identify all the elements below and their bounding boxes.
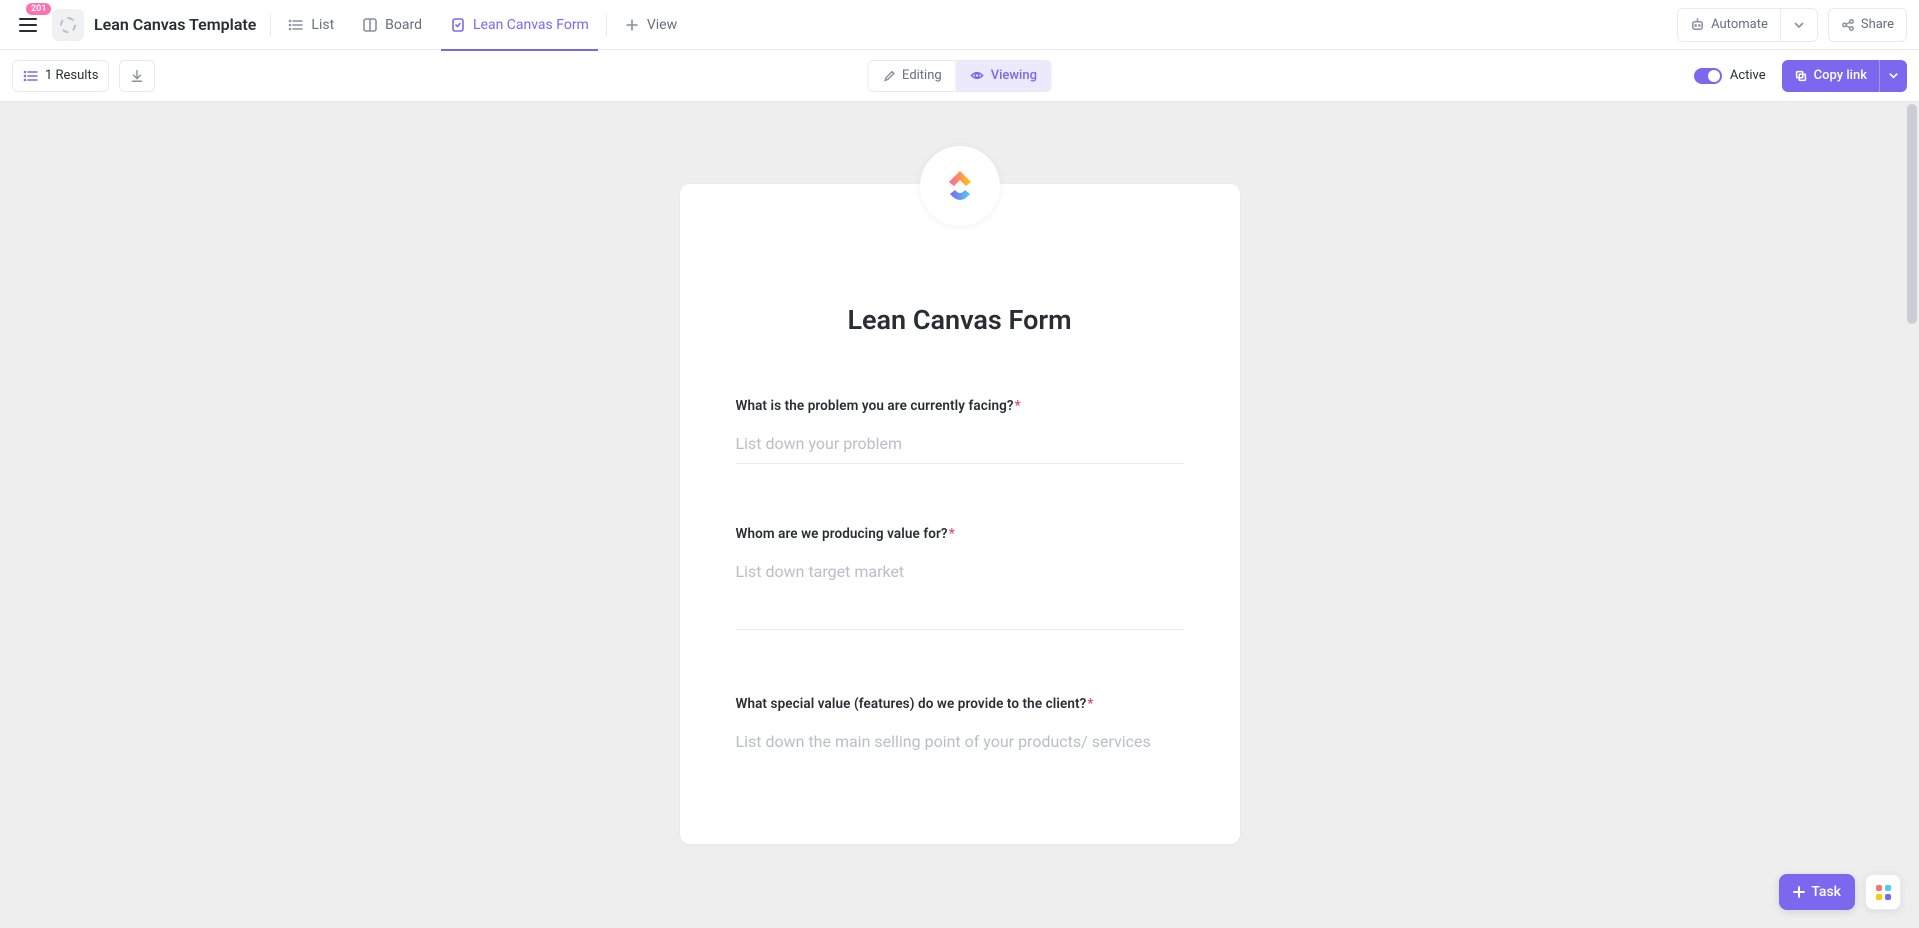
form-card: Lean Canvas Form What is the problem you… xyxy=(680,184,1240,844)
automate-button-group: Automate xyxy=(1677,8,1818,42)
chevron-down-icon xyxy=(1888,70,1899,81)
tab-list-label: List xyxy=(311,17,334,33)
required-star: * xyxy=(1015,398,1021,414)
results-button[interactable]: 1 Results xyxy=(12,60,109,92)
eye-icon xyxy=(970,68,985,83)
divider xyxy=(270,13,271,37)
mode-toggle: Editing Viewing xyxy=(867,60,1052,92)
form-icon xyxy=(450,17,466,33)
form-field-special-value: What special value (features) do we prov… xyxy=(736,696,1184,784)
field-label: Whom are we producing value for?* xyxy=(736,526,1184,542)
notification-badge: 201 xyxy=(26,3,51,16)
download-icon xyxy=(130,69,144,83)
share-icon xyxy=(1841,18,1855,32)
tab-add-view[interactable]: View xyxy=(621,0,680,50)
tab-view-label: View xyxy=(647,17,677,33)
target-market-input[interactable] xyxy=(736,550,1184,630)
apps-button[interactable] xyxy=(1865,874,1901,910)
form-title: Lean Canvas Form xyxy=(736,304,1184,336)
logo-circle xyxy=(920,146,1000,226)
results-icon xyxy=(23,68,39,84)
active-toggle[interactable] xyxy=(1694,68,1722,84)
toolbar: 1 Results Editing Viewing Active Copy li… xyxy=(0,50,1919,102)
task-label: Task xyxy=(1811,884,1841,900)
header-bar: 201 Lean Canvas Template List Board Lean… xyxy=(0,0,1919,50)
required-star: * xyxy=(1087,696,1093,712)
field-label: What is the problem you are currently fa… xyxy=(736,398,1184,414)
copy-link-dropdown[interactable] xyxy=(1879,60,1907,92)
canvas-area: Lean Canvas Form What is the problem you… xyxy=(0,102,1919,928)
plus-icon xyxy=(1793,886,1805,898)
copy-icon xyxy=(1794,69,1808,83)
hamburger-icon xyxy=(19,18,37,32)
toolbar-right: Active Copy link xyxy=(1694,60,1907,92)
loading-icon xyxy=(60,17,76,33)
tab-form-label: Lean Canvas Form xyxy=(473,17,589,33)
tab-board-label: Board xyxy=(385,17,422,33)
automate-button[interactable]: Automate xyxy=(1678,9,1780,41)
list-avatar[interactable] xyxy=(52,9,84,41)
copy-link-button[interactable]: Copy link xyxy=(1782,60,1879,92)
tab-form[interactable]: Lean Canvas Form xyxy=(447,0,592,50)
clickup-logo-icon xyxy=(938,164,982,208)
special-value-input[interactable] xyxy=(736,720,1184,780)
field-label: What special value (features) do we prov… xyxy=(736,696,1184,712)
board-icon xyxy=(362,17,378,33)
editing-label: Editing xyxy=(902,68,942,83)
automate-label: Automate xyxy=(1711,17,1768,32)
copy-link-label: Copy link xyxy=(1814,68,1867,83)
active-label: Active xyxy=(1730,68,1766,83)
label-text: Whom are we producing value for? xyxy=(736,526,948,542)
robot-icon xyxy=(1690,17,1705,32)
chevron-down-icon xyxy=(1793,19,1805,31)
share-button[interactable]: Share xyxy=(1828,8,1907,42)
editing-mode-button[interactable]: Editing xyxy=(868,61,956,91)
pencil-icon xyxy=(882,69,896,83)
menu-button[interactable]: 201 xyxy=(12,9,44,41)
required-star: * xyxy=(949,526,955,542)
tab-list[interactable]: List xyxy=(285,0,337,50)
form-field-problem: What is the problem you are currently fa… xyxy=(736,398,1184,464)
scrollbar-thumb[interactable] xyxy=(1907,104,1917,324)
floating-buttons: Task xyxy=(1779,874,1901,910)
new-task-button[interactable]: Task xyxy=(1779,874,1855,910)
plus-icon xyxy=(624,17,640,33)
list-icon xyxy=(288,17,304,33)
active-toggle-container: Active xyxy=(1694,68,1766,84)
form-field-value-for: Whom are we producing value for?* xyxy=(736,526,1184,634)
page-title: Lean Canvas Template xyxy=(94,15,256,34)
label-text: What special value (features) do we prov… xyxy=(736,696,1087,712)
divider xyxy=(606,13,607,37)
apps-grid-icon xyxy=(1876,885,1891,900)
viewing-mode-button[interactable]: Viewing xyxy=(956,61,1051,91)
problem-input[interactable] xyxy=(736,422,1184,464)
label-text: What is the problem you are currently fa… xyxy=(736,398,1014,414)
viewing-label: Viewing xyxy=(991,68,1037,83)
copy-link-group: Copy link xyxy=(1782,60,1907,92)
results-label: 1 Results xyxy=(45,68,98,83)
share-label: Share xyxy=(1861,17,1894,32)
tab-board[interactable]: Board xyxy=(359,0,425,50)
header-right: Automate Share xyxy=(1677,8,1907,42)
automate-dropdown[interactable] xyxy=(1780,9,1817,41)
download-button[interactable] xyxy=(119,60,155,92)
